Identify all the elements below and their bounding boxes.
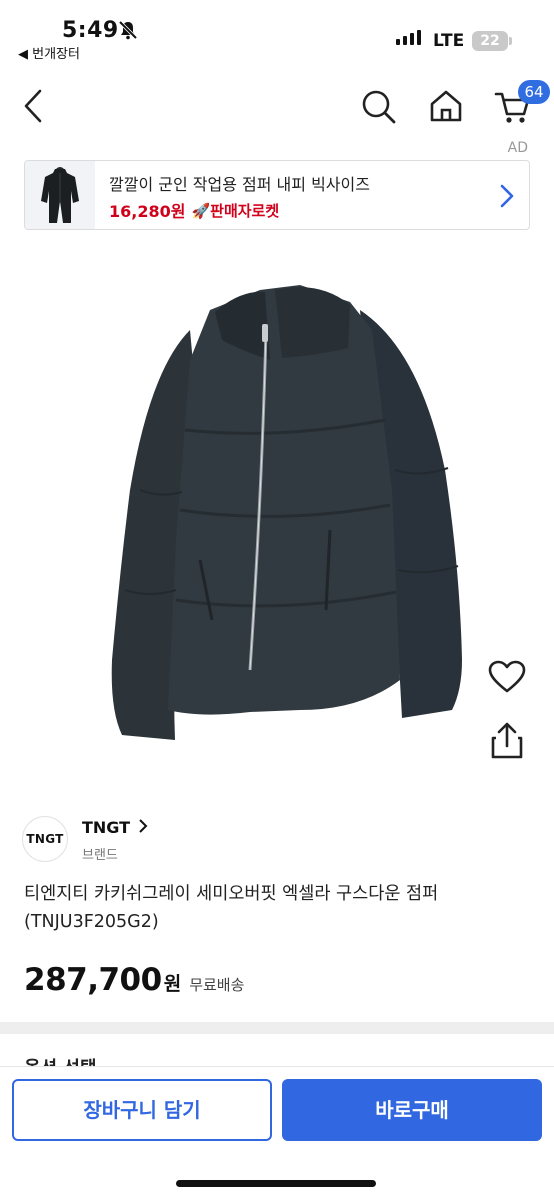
bell-muted-icon — [118, 20, 138, 44]
ad-thumbnail — [25, 161, 95, 229]
home-indicator — [176, 1180, 376, 1187]
battery-icon: 22 — [472, 31, 508, 51]
product-title: 티엔지티 카키쉬그레이 세미오버핏 엑셀라 구스다운 점퍼 (TNJU3F205… — [24, 884, 439, 932]
home-icon[interactable] — [428, 88, 464, 128]
ad-banner[interactable]: 깔깔이 군인 작업용 점퍼 내피 빅사이즈 16,280원 🚀판매자로켓 — [24, 160, 530, 230]
brand-name-link[interactable]: TNGT — [82, 818, 148, 837]
price-currency: 원 — [163, 973, 182, 995]
product-image[interactable] — [0, 240, 554, 800]
battery-cap — [509, 37, 512, 45]
brand-name: TNGT — [82, 818, 131, 837]
price-row: 287,700 원 무료배송 — [24, 962, 244, 998]
seller-rocket-badge: 🚀판매자로켓 — [191, 201, 280, 220]
share-icon[interactable] — [490, 722, 524, 764]
add-to-cart-button[interactable]: 장바구니 담기 — [12, 1079, 272, 1141]
back-to-app-link[interactable]: ◀ 번개장터 — [18, 43, 80, 62]
search-icon[interactable] — [360, 88, 398, 130]
status-time: 5:49 — [62, 18, 119, 43]
option-section-title: 옵션 선택 — [24, 1052, 97, 1066]
brand-logo[interactable]: TNGT — [22, 816, 68, 862]
ad-title: 깔깔이 군인 작업용 점퍼 내피 빅사이즈 — [109, 175, 370, 194]
back-chevron-icon[interactable] — [20, 88, 48, 128]
chevron-right-icon[interactable] — [499, 183, 515, 213]
status-bar: 5:49 ◀ 번개장터 LTE 22 — [0, 0, 554, 66]
chevron-right-icon — [138, 819, 148, 833]
ad-price-row: 16,280원 🚀판매자로켓 — [109, 198, 279, 222]
top-nav — [0, 74, 554, 138]
shipping-label: 무료배송 — [189, 976, 245, 994]
ad-price: 16,280원 — [109, 202, 186, 221]
network-type: LTE — [433, 31, 465, 51]
cart-count-badge: 64 — [518, 80, 550, 104]
heart-icon[interactable] — [488, 660, 526, 698]
ad-tag: AD — [507, 140, 528, 156]
brand-sub-label: 브랜드 — [82, 848, 118, 863]
product-price: 287,700 — [24, 962, 162, 998]
section-divider — [0, 1022, 554, 1034]
buy-now-button[interactable]: 바로구매 — [282, 1079, 542, 1141]
signal-icon — [396, 30, 421, 45]
